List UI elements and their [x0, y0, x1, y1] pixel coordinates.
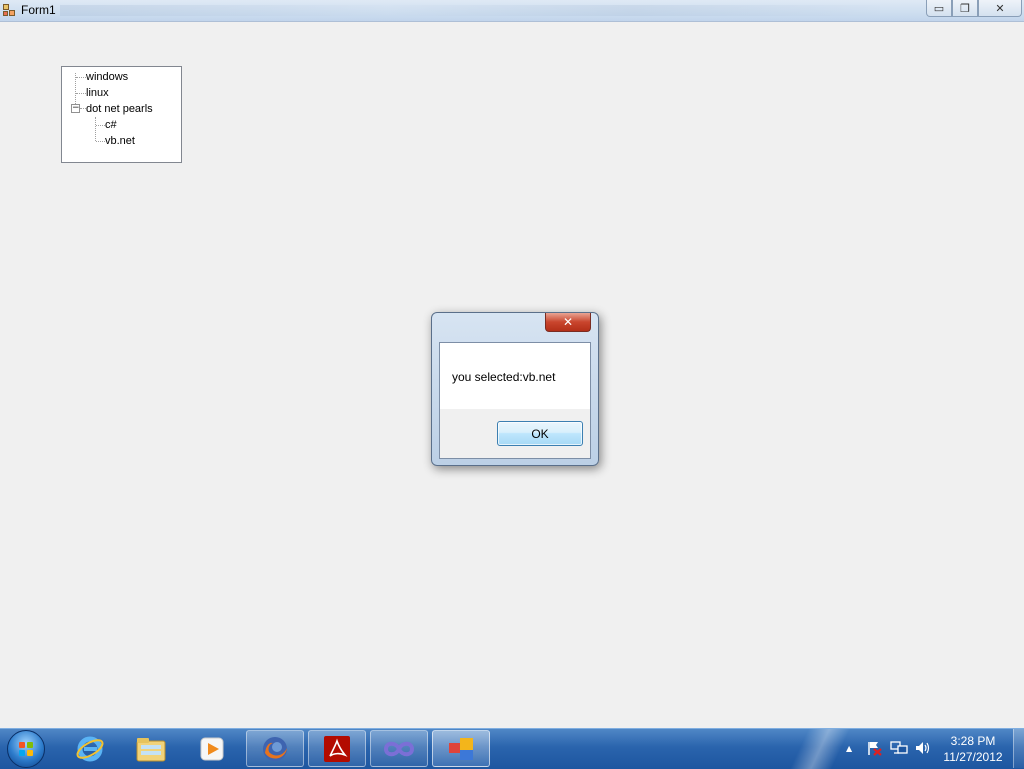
message-box-content: you selected:vb.net	[440, 343, 590, 409]
ok-button-label: OK	[531, 426, 549, 441]
adobe-reader-icon	[324, 735, 350, 762]
clock-date: 11/27/2012	[943, 750, 1003, 764]
caption-buttons: ▭ ❐ ✕	[926, 0, 1022, 18]
tree-connector	[76, 77, 86, 78]
close-button[interactable]: ✕	[978, 0, 1022, 17]
action-center-icon	[868, 742, 882, 756]
tray-action-center[interactable]	[866, 733, 882, 763]
windows-logo-icon	[19, 742, 34, 757]
taskbar-glare	[760, 729, 880, 769]
form1-app-icon	[449, 737, 473, 760]
collapse-icon[interactable]: −	[71, 104, 80, 113]
tree-node-csharp[interactable]: c#	[105, 119, 117, 131]
tree-node-dot-net-pearls[interactable]: dot net pearls	[86, 103, 153, 115]
taskbar-adobe-reader[interactable]	[308, 730, 366, 767]
internet-explorer-icon	[76, 736, 104, 761]
taskbar-form1[interactable]	[432, 730, 490, 767]
show-hidden-icons-button[interactable]: ▲	[846, 733, 852, 763]
minimize-button[interactable]: ▭	[926, 0, 952, 17]
show-desktop-button[interactable]	[1013, 729, 1024, 768]
title-bar-glass	[60, 5, 880, 16]
visual-studio-icon	[383, 741, 415, 756]
tree-connector	[96, 141, 105, 142]
network-icon	[890, 741, 908, 754]
tree-connector	[95, 117, 96, 141]
tray-network[interactable]	[890, 733, 908, 763]
message-text: you selected:vb.net	[452, 370, 556, 384]
close-icon: ✕	[995, 1, 1005, 15]
minimize-icon: ▭	[933, 1, 945, 15]
tree-node-windows[interactable]: windows	[86, 71, 128, 83]
window-title: Form1	[21, 3, 56, 17]
ok-button[interactable]: OK	[497, 421, 583, 446]
tray-volume[interactable]	[914, 733, 932, 763]
volume-icon	[916, 742, 930, 754]
taskbar-windows-explorer[interactable]	[122, 730, 180, 767]
restore-icon: ❐	[960, 1, 970, 15]
tree-connector	[75, 73, 76, 104]
windows-explorer-icon	[136, 737, 166, 761]
tree-node-vbnet[interactable]: vb.net	[105, 135, 135, 147]
message-box: ✕ you selected:vb.net OK	[431, 312, 599, 466]
taskbar-internet-explorer[interactable]	[61, 730, 119, 767]
title-bar[interactable]: Form1 ▭ ❐ ✕	[0, 0, 1024, 22]
tree-view[interactable]: − windows linux dot net pearls c# vb.net	[61, 66, 182, 163]
start-button[interactable]	[7, 730, 45, 768]
taskbar-clock[interactable]: 3:28 PM 11/27/2012	[937, 733, 1009, 765]
message-box-body: you selected:vb.net OK	[439, 342, 591, 459]
taskbar-firefox[interactable]	[246, 730, 304, 767]
form-app-icon[interactable]	[3, 4, 17, 17]
message-box-close-button[interactable]: ✕	[545, 313, 591, 332]
tree-connector	[96, 125, 105, 126]
taskbar-media-player[interactable]	[183, 730, 241, 767]
close-icon: ✕	[562, 315, 574, 329]
maximize-button[interactable]: ❐	[952, 0, 978, 17]
firefox-icon	[263, 736, 287, 761]
chevron-up-icon: ▲	[846, 743, 853, 753]
tree-connector	[76, 93, 86, 94]
taskbar-visual-studio[interactable]	[370, 730, 428, 767]
media-player-icon	[200, 737, 224, 760]
clock-time: 3:28 PM	[950, 734, 996, 748]
tree-node-linux[interactable]: linux	[86, 87, 109, 99]
